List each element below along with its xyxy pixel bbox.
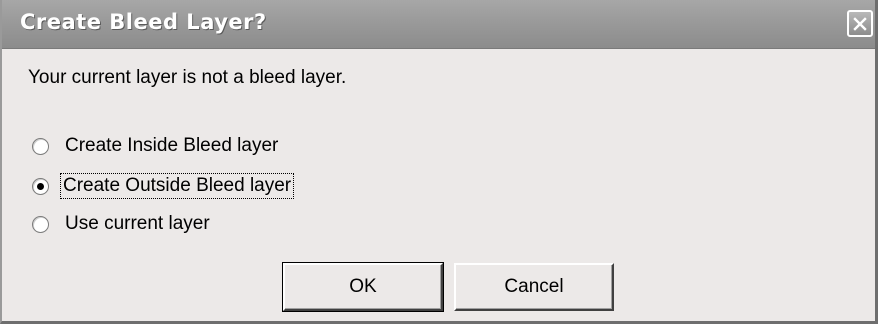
dialog-message: Your current layer is not a bleed layer. [28, 67, 347, 88]
radio-button-selected[interactable] [32, 177, 49, 195]
dialog-window: Create Bleed Layer? Your current layer i… [0, 0, 878, 324]
dialog-title: Create Bleed Layer? [20, 10, 267, 34]
option-create-outside-bleed[interactable]: Create Outside Bleed layer [32, 173, 295, 199]
title-bar[interactable]: Create Bleed Layer? [2, 0, 875, 49]
radio-button[interactable] [32, 137, 49, 155]
option-create-inside-bleed[interactable]: Create Inside Bleed layer [32, 133, 280, 159]
close-button[interactable] [847, 10, 873, 37]
radio-button[interactable] [32, 215, 49, 233]
option-label[interactable]: Create Outside Bleed layer [59, 173, 295, 199]
radio-dot [37, 182, 44, 190]
option-label[interactable]: Create Inside Bleed layer [63, 134, 280, 158]
option-use-current-layer[interactable]: Use current layer [32, 211, 212, 237]
option-label[interactable]: Use current layer [63, 212, 212, 236]
cancel-button[interactable]: Cancel [454, 263, 614, 311]
ok-button[interactable]: OK [282, 262, 444, 312]
close-icon [853, 16, 867, 31]
